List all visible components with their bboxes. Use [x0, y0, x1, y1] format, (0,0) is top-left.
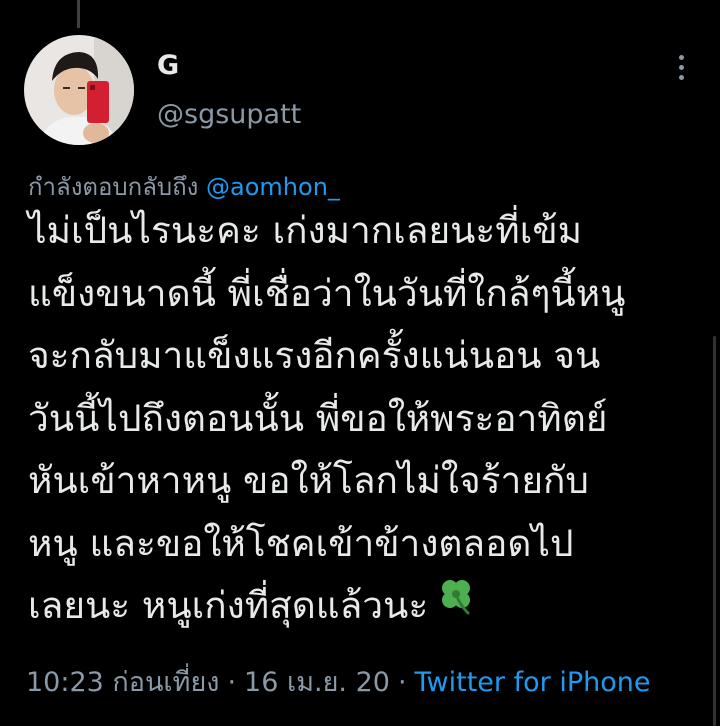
avatar[interactable] [24, 35, 134, 145]
tweet-time[interactable]: 10:23 ก่อนเที่ยง [26, 667, 219, 698]
tweet-text-line: หนู และขอให้โชคเข้าข้างตลอดไป [28, 521, 574, 565]
meta-separator: · [227, 667, 237, 698]
reply-context: กำลังตอบกลับถึง @aomhon_ [28, 172, 340, 202]
more-dot-icon [678, 74, 684, 80]
tweet-metadata: 10:23 ก่อนเที่ยง · 16 เม.ย. 20 · Twitter for… [26, 666, 650, 700]
scrollbar[interactable] [713, 336, 716, 726]
reply-mention-link[interactable]: @aomhon_ [206, 173, 340, 201]
tweet-text: ไม่เป็นไรนะคะ เก่งมากเลยนะที่เข้ม แข็งขน… [28, 200, 708, 639]
thread-connector-line [77, 0, 80, 28]
avatar-photo [24, 35, 134, 145]
more-options-button[interactable] [664, 50, 698, 84]
reply-prefix: กำลังตอบกลับถึง [28, 173, 199, 201]
tweet-date[interactable]: 16 เม.ย. 20 [244, 667, 390, 698]
tweet-text-line: แข็งขนาดนี้ พี่เชื่อว่าในวันที่ใกล้ๆนี้ห… [28, 271, 626, 315]
tweet-source-link[interactable]: Twitter for iPhone [415, 667, 651, 698]
more-dot-icon [678, 64, 684, 70]
tweet-text-line-content: เลยนะ หนูเก่งที่สุดแล้วนะ [28, 584, 429, 627]
tweet-text-line-last: เลยนะ หนูเก่งที่สุดแล้วนะ [28, 575, 708, 639]
meta-separator: · [397, 667, 407, 698]
four-leaf-clover-icon [436, 572, 476, 635]
user-handle[interactable]: @sgsupatt [157, 99, 301, 131]
tweet-text-line: หันเข้าหาหนู ขอให้โลกไม่ใจร้ายกับ [28, 459, 589, 502]
tweet-text-line: จะกลับมาแข็งแรงอีกครั้งแน่นอน จน [28, 334, 601, 377]
tweet-text-line: ไม่เป็นไรนะคะ เก่งมากเลยนะที่เข้ม [28, 209, 583, 252]
display-name[interactable]: G [157, 50, 179, 82]
tweet-text-line: วันนี้ไปถึงตอนนั้น พี่ขอให้พระอาทิตย์ [28, 396, 608, 440]
more-dot-icon [678, 54, 684, 60]
